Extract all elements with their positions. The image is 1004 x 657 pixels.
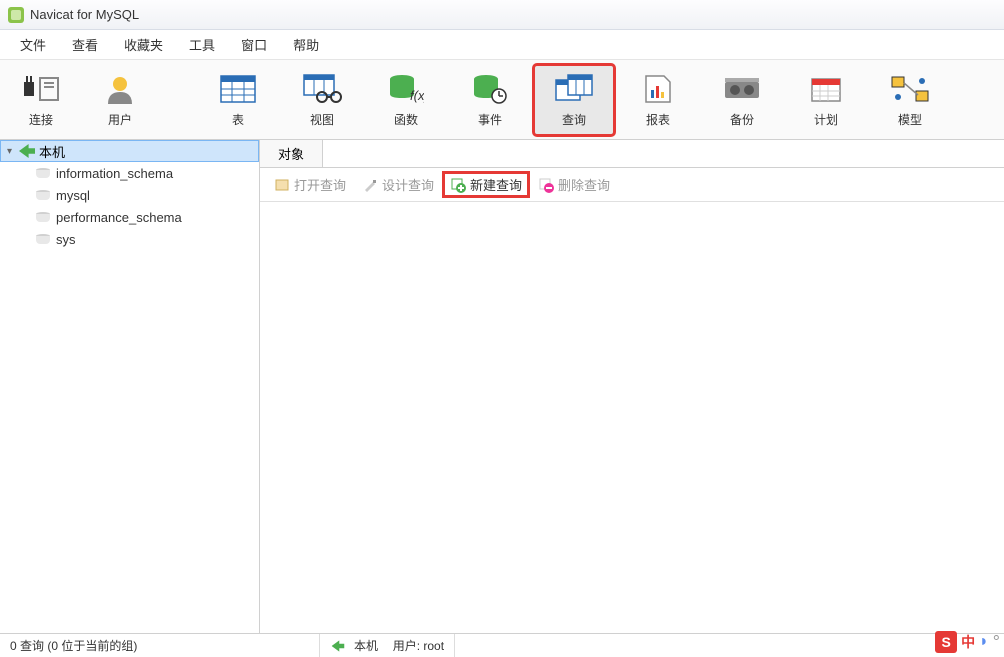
connection-icon xyxy=(19,144,35,158)
toolbar: 连接 用户 表 视图 f(x) 函数 事件 查询 报表 备份 计划 模型 xyxy=(0,60,1004,140)
statusbar: 0 查询 (0 位于当前的组) 本机 用户: root xyxy=(0,633,1004,657)
function-button[interactable]: f(x) 函数 xyxy=(366,65,446,135)
design-query-icon xyxy=(362,177,378,193)
view-label: 视图 xyxy=(310,111,334,128)
new-query-label: 新建查询 xyxy=(470,175,522,194)
function-icon: f(x) xyxy=(386,71,426,107)
object-actionbar: 打开查询 设计查询 新建查询 删除查询 xyxy=(260,168,1004,202)
table-label: 表 xyxy=(232,111,244,128)
tab-objects[interactable]: 对象 xyxy=(260,140,323,167)
view-button[interactable]: 视图 xyxy=(282,65,362,135)
tree-connection[interactable]: ▾ 本机 xyxy=(0,140,259,162)
report-button[interactable]: 报表 xyxy=(618,65,698,135)
open-query-icon xyxy=(274,177,290,193)
db-label: performance_schema xyxy=(56,210,182,225)
db-label: mysql xyxy=(56,188,90,203)
connection-tree[interactable]: ▾ 本机 information_schema mysql performanc… xyxy=(0,140,260,633)
table-icon xyxy=(218,71,258,107)
backup-icon xyxy=(722,71,762,107)
report-icon xyxy=(638,71,678,107)
model-button[interactable]: 模型 xyxy=(870,65,950,135)
query-icon xyxy=(554,71,594,107)
menu-help[interactable]: 帮助 xyxy=(283,31,329,58)
app-title: Navicat for MySQL xyxy=(30,7,139,22)
event-label: 事件 xyxy=(478,111,502,128)
connect-label: 连接 xyxy=(29,111,53,128)
open-query-button[interactable]: 打开查询 xyxy=(268,173,352,196)
tabbar: 对象 xyxy=(260,140,1004,168)
schedule-label: 计划 xyxy=(814,111,838,128)
model-label: 模型 xyxy=(898,111,922,128)
new-query-icon xyxy=(450,177,466,193)
object-list-empty xyxy=(260,202,1004,633)
design-query-button[interactable]: 设计查询 xyxy=(356,173,440,196)
titlebar: Navicat for MySQL xyxy=(0,0,1004,30)
collapse-icon[interactable]: ▾ xyxy=(7,146,19,157)
content-pane: 对象 打开查询 设计查询 新建查询 删除查询 xyxy=(260,140,1004,633)
user-label: 用户 xyxy=(108,111,132,128)
function-label: 函数 xyxy=(394,111,418,128)
database-icon xyxy=(36,190,50,200)
tree-db-item[interactable]: sys xyxy=(0,228,259,250)
model-icon xyxy=(890,71,930,107)
ime-indicator: S 中 ◗ ° xyxy=(935,631,1000,653)
backup-button[interactable]: 备份 xyxy=(702,65,782,135)
schedule-button[interactable]: 计划 xyxy=(786,65,866,135)
menu-tools[interactable]: 工具 xyxy=(179,31,225,58)
backup-label: 备份 xyxy=(730,111,754,128)
delete-query-button[interactable]: 删除查询 xyxy=(532,173,616,196)
database-icon xyxy=(36,168,50,178)
new-query-button[interactable]: 新建查询 xyxy=(444,173,528,196)
event-button[interactable]: 事件 xyxy=(450,65,530,135)
tree-db-item[interactable]: performance_schema xyxy=(0,206,259,228)
table-button[interactable]: 表 xyxy=(198,65,278,135)
open-query-label: 打开查询 xyxy=(294,175,346,194)
tab-label: 对象 xyxy=(278,144,304,163)
menu-view[interactable]: 查看 xyxy=(62,31,108,58)
db-label: information_schema xyxy=(56,166,173,181)
ime-dot-icon[interactable]: ° xyxy=(993,632,1000,653)
event-icon xyxy=(470,71,510,107)
database-icon xyxy=(36,234,50,244)
delete-query-label: 删除查询 xyxy=(558,175,610,194)
user-button[interactable]: 用户 xyxy=(80,65,160,135)
tree-db-item[interactable]: information_schema xyxy=(0,162,259,184)
connection-icon xyxy=(332,640,345,651)
svg-text:f(x): f(x) xyxy=(410,88,424,103)
connect-button[interactable]: 连接 xyxy=(6,65,76,135)
status-left: 0 查询 (0 位于当前的组) xyxy=(0,634,320,657)
connection-label: 本机 xyxy=(39,142,65,161)
ime-mode[interactable]: 中 xyxy=(961,632,975,652)
menu-favorites[interactable]: 收藏夹 xyxy=(114,31,173,58)
tree-db-item[interactable]: mysql xyxy=(0,184,259,206)
calendar-icon xyxy=(806,71,846,107)
query-label: 查询 xyxy=(562,111,586,128)
delete-query-icon xyxy=(538,177,554,193)
view-icon xyxy=(302,71,342,107)
database-icon xyxy=(36,212,50,222)
design-query-label: 设计查询 xyxy=(382,175,434,194)
user-icon xyxy=(100,71,140,107)
app-logo-icon xyxy=(8,7,24,23)
ime-logo-icon[interactable]: S xyxy=(935,631,957,653)
menu-window[interactable]: 窗口 xyxy=(231,31,277,58)
query-button[interactable]: 查询 xyxy=(534,65,614,135)
moon-icon[interactable]: ◗ xyxy=(979,633,989,651)
report-label: 报表 xyxy=(646,111,670,128)
db-label: sys xyxy=(56,232,76,247)
status-connection: 本机 用户: root xyxy=(320,634,455,657)
main-area: ▾ 本机 information_schema mysql performanc… xyxy=(0,140,1004,633)
plug-icon xyxy=(21,71,61,107)
menu-file[interactable]: 文件 xyxy=(10,31,56,58)
menubar: 文件 查看 收藏夹 工具 窗口 帮助 xyxy=(0,30,1004,60)
